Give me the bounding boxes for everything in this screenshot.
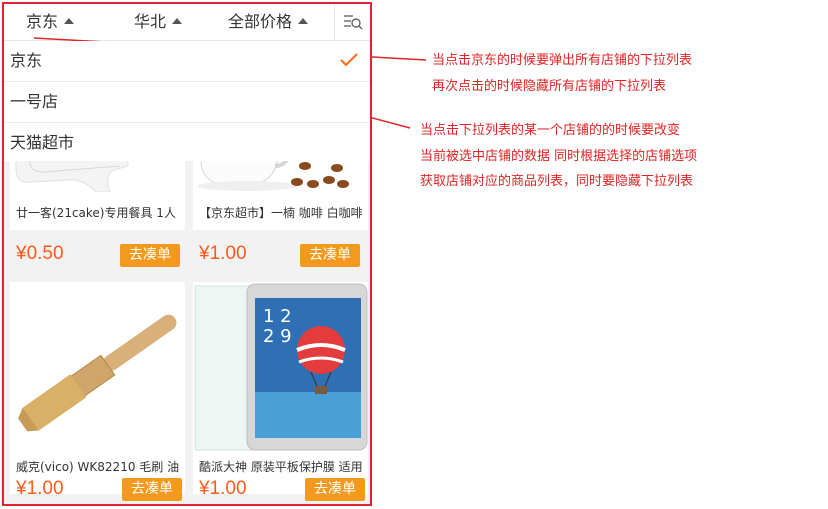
store-option[interactable]: 一号店 bbox=[4, 82, 370, 123]
store-option-label: 一号店 bbox=[10, 92, 59, 111]
annotation-text: 再次点击的时候隐藏所有店铺的下拉列表 bbox=[432, 79, 667, 94]
store-dropdown: 京东 一号店 天猫超市 bbox=[4, 41, 370, 161]
store-option-label: 京东 bbox=[10, 51, 43, 70]
checkmark-icon bbox=[340, 53, 358, 67]
annotation-text: 当点击下拉列表的某一个店铺的的时候要改变 bbox=[420, 123, 681, 138]
store-option-label: 天猫超市 bbox=[10, 133, 75, 152]
annotation-text: 当点击京东的时候要弹出所有店铺的下拉列表 bbox=[432, 53, 693, 68]
store-option[interactable]: 京东 bbox=[4, 41, 370, 82]
annotation-text: 当前被选中店铺的数据 同时根据选择的店铺选项 bbox=[420, 149, 698, 164]
store-option[interactable]: 天猫超市 bbox=[4, 123, 370, 163]
annotation-text: 获取店铺对应的商品列表，同时要隐藏下拉列表 bbox=[420, 174, 694, 189]
